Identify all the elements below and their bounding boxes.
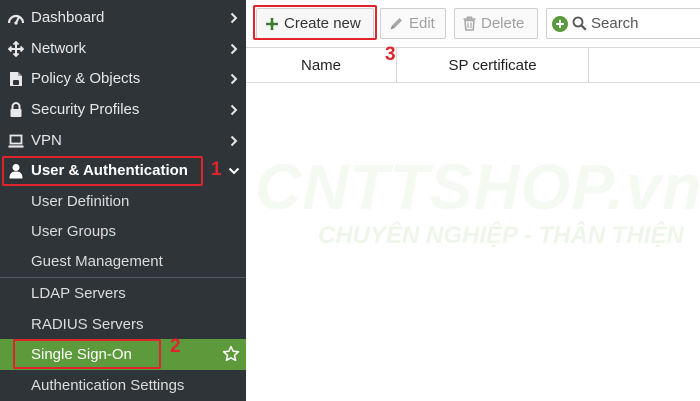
- vpn-icon: [5, 134, 27, 148]
- sidebar-item-vpn[interactable]: VPN: [0, 125, 246, 156]
- chevron-right-icon: [222, 104, 246, 116]
- sidebar-item-policy-objects[interactable]: Policy & Objects: [0, 63, 246, 94]
- sidebar-subitem-authentication-settings[interactable]: Authentication Settings: [0, 370, 246, 401]
- pencil-icon: [389, 16, 404, 31]
- watermark-logo: CNTTSHOP.vn: [255, 151, 700, 223]
- chevron-right-icon: [222, 135, 246, 147]
- sidebar-item-security-profiles[interactable]: Security Profiles: [0, 94, 246, 125]
- sidebar-item-label: Security Profiles: [31, 101, 140, 118]
- delete-label: Delete: [481, 15, 525, 32]
- sidebar-subitem-label: User Definition: [31, 193, 130, 210]
- watermark-tagline: CHUYÊN NGHIỆP - THÂN THIỆN: [318, 222, 684, 249]
- annotation-box-2: [13, 339, 161, 369]
- sidebar-subitem-label: Authentication Settings: [31, 377, 185, 394]
- table-header: Name SP certificate: [246, 47, 700, 83]
- column-header-sp-certificate[interactable]: SP certificate: [397, 48, 589, 83]
- annotation-box-3: [253, 5, 377, 40]
- add-filter-icon[interactable]: [552, 15, 568, 32]
- sidebar-item-network[interactable]: Network: [0, 33, 246, 64]
- sidebar-subitem-radius-servers[interactable]: RADIUS Servers: [0, 309, 246, 340]
- column-header-name[interactable]: Name: [246, 48, 397, 83]
- sidebar-subitem-label: RADIUS Servers: [31, 316, 144, 333]
- sidebar-subitem-guest-management[interactable]: Guest Management: [0, 246, 246, 277]
- sidebar-subitem-label: LDAP Servers: [31, 285, 126, 302]
- search-box: [546, 8, 700, 39]
- annotation-box-1: [2, 156, 203, 186]
- sidebar-subitem-ldap-servers[interactable]: LDAP Servers: [0, 278, 246, 309]
- sidebar-item-label: Dashboard: [31, 9, 105, 26]
- policy-icon: [5, 71, 27, 87]
- edit-label: Edit: [409, 15, 435, 32]
- sidebar-subitem-user-definition[interactable]: User Definition: [0, 186, 246, 217]
- sidebar-item-dashboard[interactable]: Dashboard: [0, 2, 246, 33]
- trash-icon: [463, 16, 476, 31]
- sidebar-item-label: Network: [31, 40, 87, 57]
- edit-button[interactable]: Edit: [380, 8, 446, 39]
- sidebar-item-label: VPN: [31, 132, 62, 149]
- delete-button[interactable]: Delete: [454, 8, 538, 39]
- sidebar-subitem-label: Guest Management: [31, 253, 163, 270]
- chevron-right-icon: [222, 73, 246, 85]
- annotation-number-2: 2: [170, 336, 181, 357]
- search-input[interactable]: [591, 15, 691, 32]
- sidebar-item-label: Policy & Objects: [31, 70, 141, 87]
- search-icon: [572, 16, 587, 31]
- annotation-number-1: 1: [211, 159, 222, 180]
- annotation-number-3: 3: [385, 44, 396, 65]
- chevron-down-icon: [222, 167, 246, 175]
- network-icon: [5, 40, 27, 57]
- star-icon[interactable]: [222, 345, 240, 363]
- sidebar-subitem-user-groups[interactable]: User Groups: [0, 216, 246, 247]
- chevron-right-icon: [222, 12, 246, 24]
- sidebar-subitem-label: User Groups: [31, 223, 117, 240]
- lock-icon: [5, 101, 27, 118]
- chevron-right-icon: [222, 43, 246, 55]
- dashboard-icon: [5, 11, 27, 25]
